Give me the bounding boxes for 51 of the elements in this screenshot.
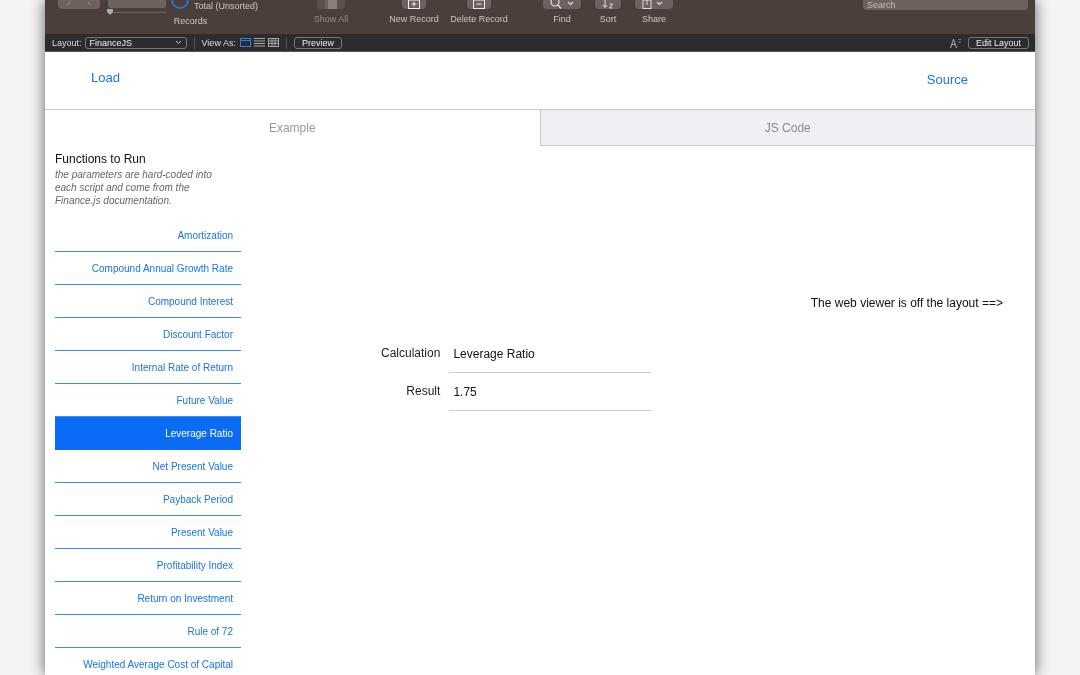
function-list-item[interactable]: Compound Annual Growth Rate <box>55 252 241 285</box>
sidebar-note: the parameters are hard-coded into each script and come from the Finance.js documentation. <box>55 168 213 207</box>
web-viewer-note: The web viewer is off the layout ==> <box>810 296 1003 310</box>
table-view-icon[interactable] <box>267 38 279 47</box>
function-list-item[interactable]: Profitability Index <box>55 549 241 582</box>
function-list-item[interactable]: Present Value <box>55 516 241 549</box>
source-link[interactable]: Source <box>926 72 968 87</box>
toolbar-button[interactable]: New Record <box>379 0 449 24</box>
list-view-icon[interactable] <box>253 38 265 47</box>
layout-label: Layout: <box>52 37 82 48</box>
field-label: Result <box>405 384 441 400</box>
toolbar-button[interactable]: Share <box>631 0 677 24</box>
record-number-field[interactable] <box>108 0 166 8</box>
toolbar-button[interactable]: Delete Record <box>449 0 509 24</box>
search-field[interactable]: Search <box>863 0 1028 10</box>
toolbar-label: Records <box>173 16 208 26</box>
edit-layout-button[interactable]: Edit Layout <box>967 36 1029 49</box>
load-link[interactable]: Load <box>91 70 120 85</box>
toolbar-button[interactable]: Find <box>539 0 585 24</box>
records-icon <box>323 0 339 9</box>
toolbar-button[interactable]: Sort <box>585 0 631 24</box>
function-list-item[interactable]: Payback Period <box>55 483 241 516</box>
search-icon <box>549 0 575 9</box>
function-list-item[interactable]: Net Present Value <box>55 450 241 483</box>
function-list-item[interactable]: Return on Investment <box>55 582 241 615</box>
value-field[interactable]: 1.75 <box>449 373 652 411</box>
function-list-item[interactable]: Weighted Average Cost of Capital <box>55 648 241 675</box>
pie-indicator-icon <box>171 0 189 9</box>
found-count: Total (Unsorted) <box>194 1 259 11</box>
text-format-icon[interactable] <box>949 37 962 48</box>
slider-thumb[interactable] <box>106 9 113 15</box>
layout-dropdown[interactable]: FinanceJS <box>84 36 187 49</box>
function-list-item[interactable]: Discount Factor <box>55 318 241 351</box>
function-list-item[interactable]: Leverage Ratio <box>55 417 241 450</box>
form-view-icon[interactable] <box>239 38 251 47</box>
function-list-item[interactable]: Amortization <box>55 219 241 252</box>
forward-icon <box>87 1 92 8</box>
function-list-item[interactable]: Rule of 72 <box>55 615 241 648</box>
minus-icon <box>473 0 485 9</box>
function-list-item[interactable]: Compound Interest <box>55 285 241 318</box>
preview-button[interactable]: Preview <box>293 36 342 49</box>
sort-icon <box>601 0 615 9</box>
chevron-down-icon <box>174 40 182 45</box>
sidebar-heading: Functions to Run <box>55 152 147 166</box>
back-icon <box>66 1 71 8</box>
plus-icon <box>408 0 420 9</box>
view-as-label: View As: <box>201 37 236 48</box>
tab[interactable]: JS Code <box>539 110 1035 146</box>
function-list-item[interactable]: Internal Rate of Return <box>55 351 241 384</box>
value-field[interactable]: Leverage Ratio <box>449 335 652 373</box>
field-label: Calculation <box>381 346 441 362</box>
